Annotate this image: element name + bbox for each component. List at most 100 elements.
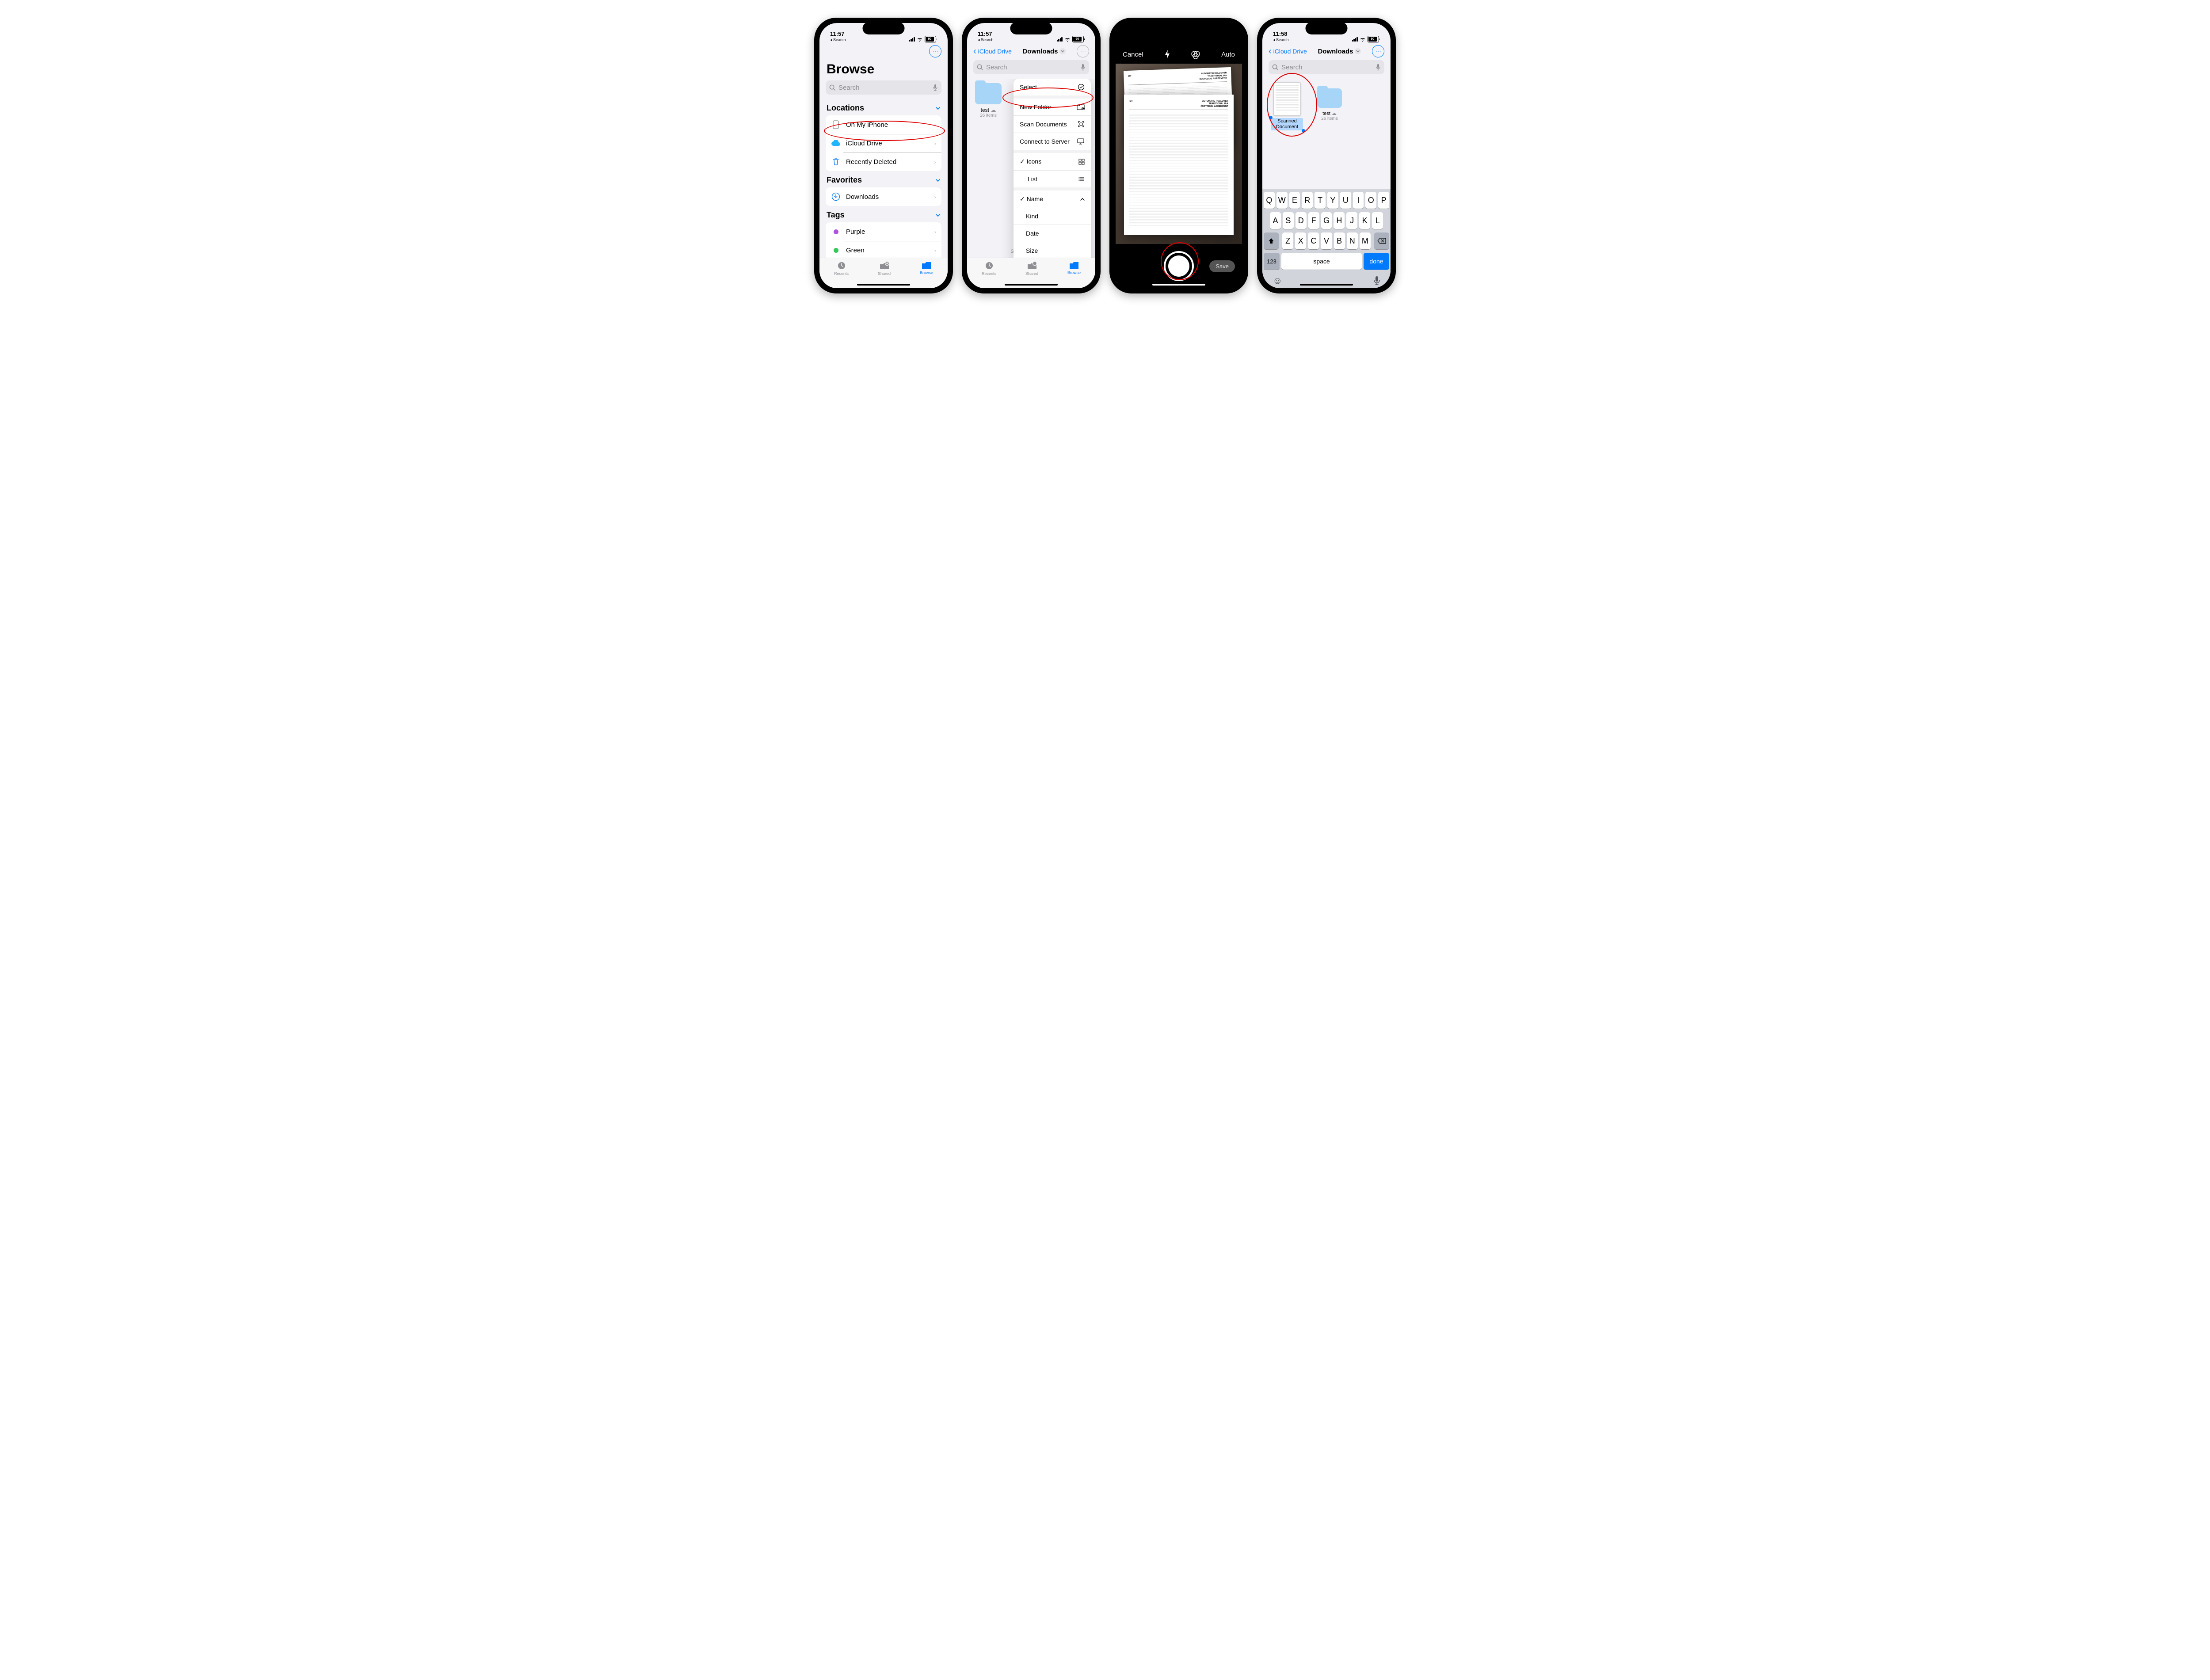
tab-recents[interactable]: Recents [982, 261, 996, 276]
search-input[interactable]: Search [973, 60, 1089, 74]
emoji-key[interactable]: ☺ [1273, 275, 1282, 286]
key-i[interactable]: I [1353, 192, 1364, 209]
key-y[interactable]: Y [1327, 192, 1338, 209]
flash-icon[interactable] [1164, 50, 1170, 59]
favorites-header[interactable]: Favorites [826, 171, 941, 187]
filter-icon[interactable] [1191, 50, 1200, 59]
key-z[interactable]: Z [1282, 232, 1293, 249]
menu-sort-kind[interactable]: Kind [1014, 208, 1091, 225]
key-n[interactable]: N [1347, 232, 1358, 249]
shift-key[interactable] [1264, 232, 1279, 249]
key-w[interactable]: W [1276, 192, 1288, 209]
menu-sort-date[interactable]: Date [1014, 225, 1091, 242]
search-input[interactable]: Search [1269, 60, 1384, 74]
tab-shared[interactable]: Shared [1025, 261, 1038, 276]
context-menu: Select New Folder Scan Documents Connect… [1014, 79, 1091, 258]
menu-list[interactable]: List [1014, 170, 1091, 187]
menu-select[interactable]: Select [1014, 79, 1091, 95]
dictate-key[interactable] [1373, 276, 1380, 286]
dynamic-island [1306, 22, 1348, 34]
grid-icon [1078, 159, 1085, 165]
key-j[interactable]: J [1346, 212, 1357, 229]
tab-browse[interactable]: Browse [1067, 261, 1081, 275]
key-r[interactable]: R [1302, 192, 1313, 209]
mic-icon[interactable] [933, 84, 938, 91]
numbers-key[interactable]: 123 [1264, 253, 1280, 270]
key-a[interactable]: A [1270, 212, 1281, 229]
key-d[interactable]: D [1296, 212, 1307, 229]
key-k[interactable]: K [1359, 212, 1370, 229]
chevron-down-icon [935, 178, 941, 183]
menu-sort-size[interactable]: Size [1014, 242, 1091, 258]
key-b[interactable]: B [1334, 232, 1345, 249]
iphone-icon [831, 120, 841, 130]
location-recently-deleted[interactable]: Recently Deleted› [826, 152, 941, 171]
tag-green[interactable]: Green› [826, 241, 941, 258]
key-h[interactable]: H [1334, 212, 1345, 229]
cellular-icon [1057, 37, 1063, 42]
locations-header[interactable]: Locations [826, 99, 941, 115]
backspace-key[interactable] [1374, 232, 1389, 249]
key-u[interactable]: U [1340, 192, 1351, 209]
key-e[interactable]: E [1289, 192, 1300, 209]
folder-item[interactable]: test ☁︎ 26 items [975, 83, 1002, 118]
save-button[interactable]: Save [1209, 260, 1235, 272]
cancel-button[interactable]: Cancel [1123, 51, 1143, 58]
home-indicator[interactable] [1300, 284, 1353, 286]
back-button[interactable]: ‹iCloud Drive [1269, 46, 1307, 57]
list-icon [1078, 176, 1085, 182]
doc-preview: MT AUTOMATIC ROLLOVER TRADITIONAL IRA CU… [1129, 100, 1228, 110]
done-key[interactable]: done [1364, 253, 1389, 270]
file-scanned-document[interactable]: Scanned Document [1271, 82, 1303, 130]
tab-shared[interactable]: Shared [878, 261, 891, 276]
location-on-my-iphone[interactable]: On My iPhone› [826, 115, 941, 134]
filename-input[interactable]: Scanned Document [1271, 118, 1303, 130]
folder-title[interactable]: Downloads [1022, 48, 1066, 55]
back-button[interactable]: ‹iCloud Drive [973, 46, 1012, 57]
home-indicator[interactable] [1152, 284, 1205, 286]
tag-purple[interactable]: Purple› [826, 222, 941, 241]
key-s[interactable]: S [1283, 212, 1294, 229]
download-icon [831, 192, 841, 202]
key-g[interactable]: G [1321, 212, 1332, 229]
chevron-up-icon [1080, 197, 1085, 202]
key-x[interactable]: X [1295, 232, 1306, 249]
key-o[interactable]: O [1365, 192, 1376, 209]
home-indicator[interactable] [1005, 284, 1058, 286]
menu-connect-server[interactable]: Connect to Server [1014, 133, 1091, 150]
auto-button[interactable]: Auto [1221, 51, 1235, 58]
key-f[interactable]: F [1308, 212, 1319, 229]
mic-icon[interactable] [1376, 64, 1381, 71]
key-p[interactable]: P [1378, 192, 1389, 209]
space-key[interactable]: space [1281, 253, 1362, 270]
location-icloud-drive[interactable]: iCloud Drive› [826, 134, 941, 152]
folder-icon [1317, 88, 1342, 108]
key-m[interactable]: M [1360, 232, 1371, 249]
favorite-downloads[interactable]: Downloads› [826, 187, 941, 206]
shutter-button[interactable] [1164, 251, 1194, 281]
menu-sort-name[interactable]: ✓ Name [1014, 190, 1091, 208]
page-title: Browse [819, 60, 948, 80]
key-t[interactable]: T [1315, 192, 1326, 209]
menu-icons[interactable]: ✓ Icons [1014, 153, 1091, 170]
tab-browse[interactable]: Browse [920, 261, 933, 275]
mic-icon[interactable] [1080, 64, 1086, 71]
key-v[interactable]: V [1321, 232, 1332, 249]
search-input[interactable]: Search [826, 80, 941, 95]
tab-recents[interactable]: Recents [834, 261, 849, 276]
cellular-icon [909, 37, 915, 42]
folder-title[interactable]: Downloads [1318, 48, 1361, 55]
more-button[interactable]: ⋯ [1077, 45, 1089, 57]
tags-header[interactable]: Tags [826, 206, 941, 222]
more-button[interactable]: ⋯ [929, 45, 941, 57]
folder-item[interactable]: test ☁︎ 26 items [1314, 82, 1345, 121]
key-l[interactable]: L [1372, 212, 1383, 229]
menu-scan-documents[interactable]: Scan Documents [1014, 115, 1091, 133]
key-q[interactable]: Q [1264, 192, 1275, 209]
cloud-icon [831, 138, 841, 148]
key-c[interactable]: C [1308, 232, 1319, 249]
more-button[interactable]: ⋯ [1372, 45, 1384, 57]
battery-icon: 90 [925, 36, 937, 42]
home-indicator[interactable] [857, 284, 910, 286]
menu-new-folder[interactable]: New Folder [1014, 99, 1091, 115]
